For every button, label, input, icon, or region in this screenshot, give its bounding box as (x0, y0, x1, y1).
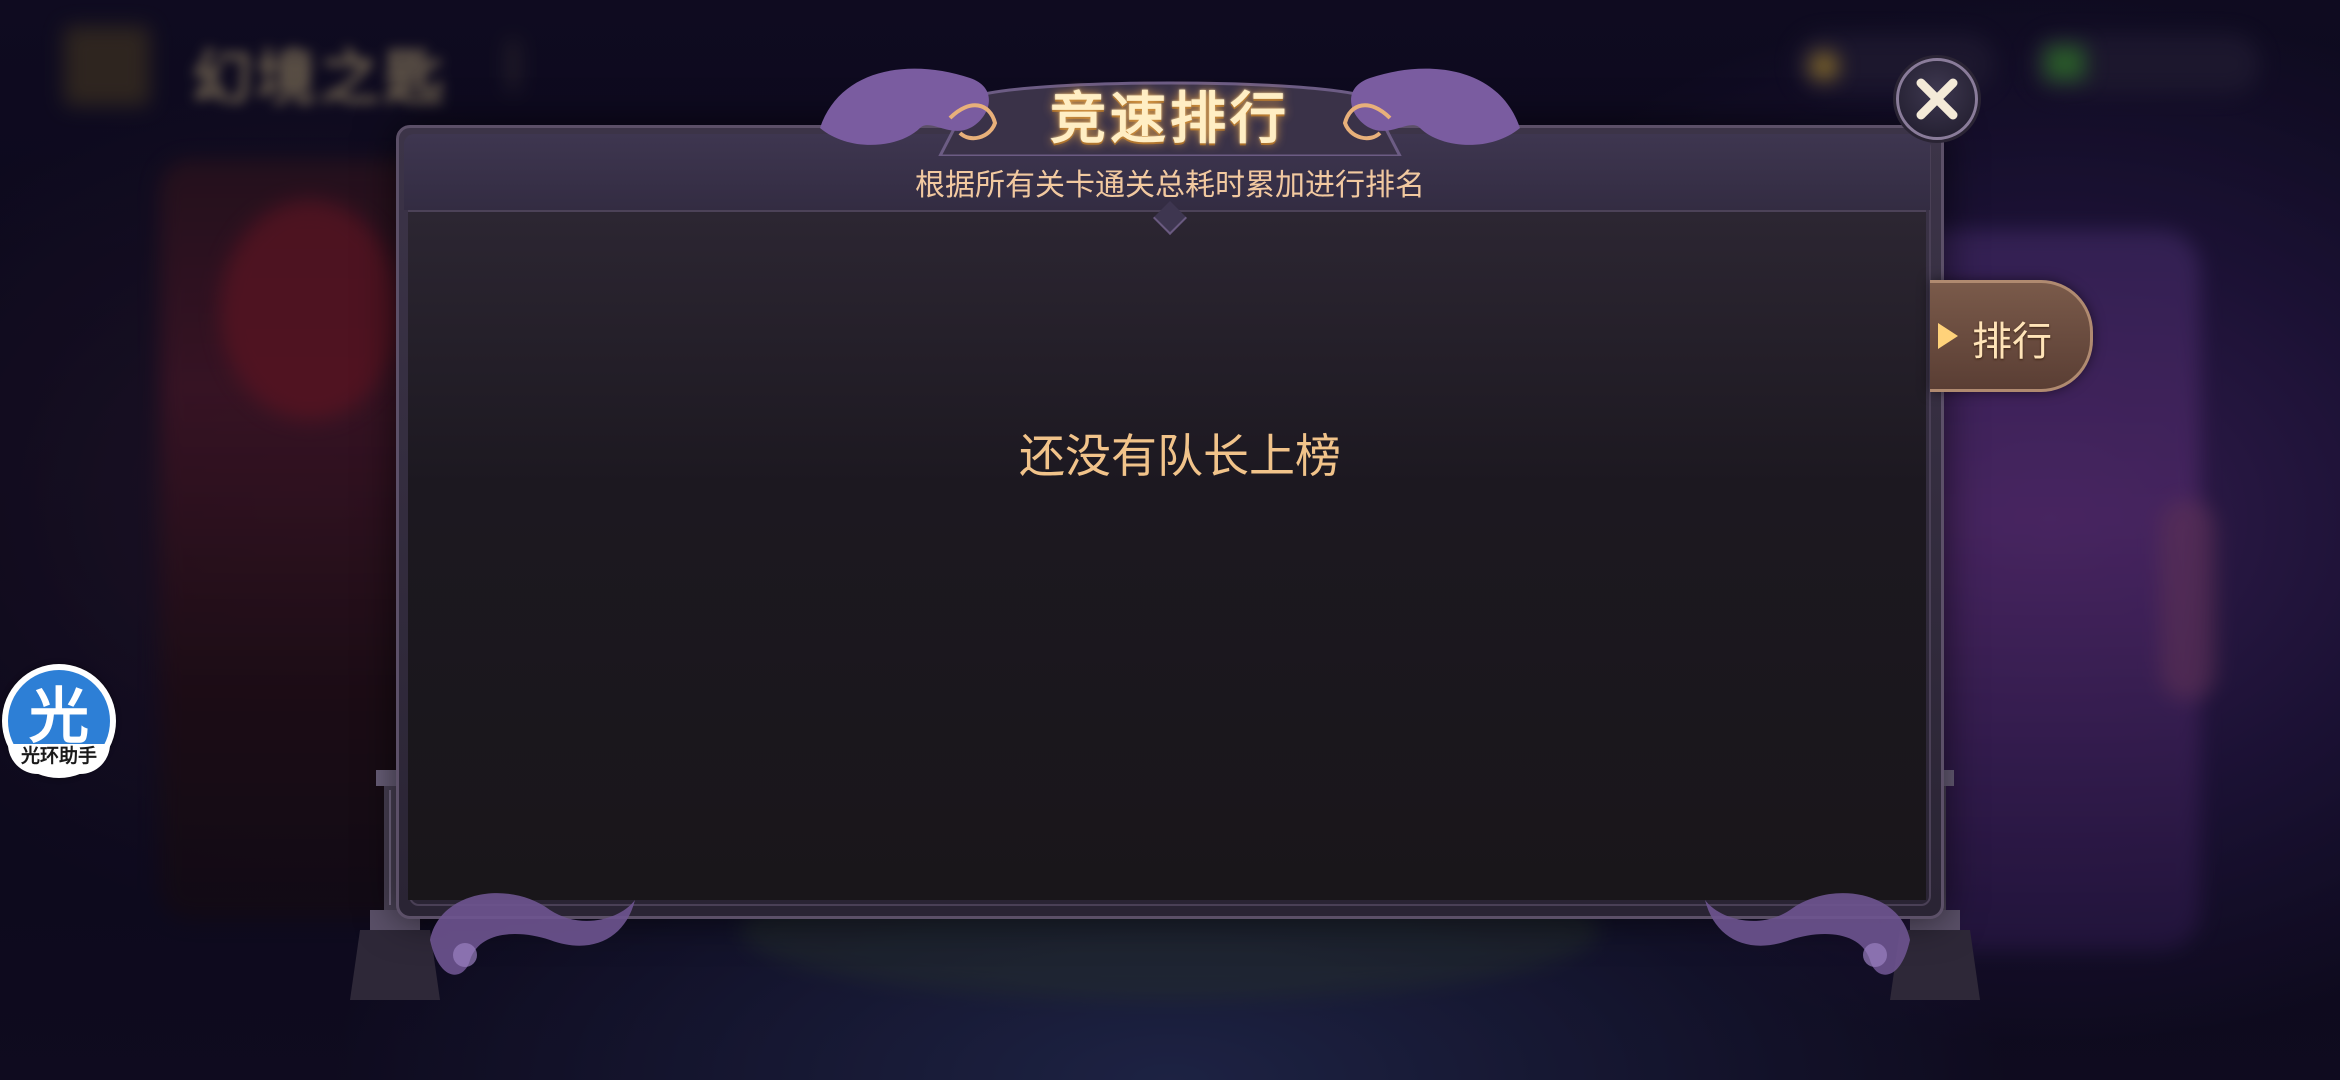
bottom-right-tentacle-ornament (1705, 893, 1910, 975)
modal-title: 竞速排行 (1050, 87, 1290, 152)
modal-subtitle: 根据所有关卡通关总耗时累加进行排名 (915, 168, 1425, 203)
assistant-label: 光环助手 (8, 744, 110, 774)
close-icon (1916, 78, 1958, 120)
bottom-left-tentacle-ornament (430, 893, 635, 975)
game-scene: 幻境之匙 竞速排行 根据所有关卡通关总耗时累加进行排名 还没有队长上榜 排行 光… (0, 0, 2340, 1080)
halo-assistant-button[interactable]: 光 光环助手 (2, 664, 116, 778)
ranking-list-area[interactable] (408, 210, 1926, 900)
assistant-logo-glyph: 光 (29, 682, 89, 752)
ranking-tab-label: 排行 (1972, 319, 2052, 365)
empty-ranking-message: 还没有队长上榜 (1019, 429, 1341, 483)
play-arrow-icon (1938, 323, 1958, 349)
ranking-tab[interactable]: 排行 (1930, 280, 2093, 392)
close-button[interactable] (1896, 58, 1978, 140)
